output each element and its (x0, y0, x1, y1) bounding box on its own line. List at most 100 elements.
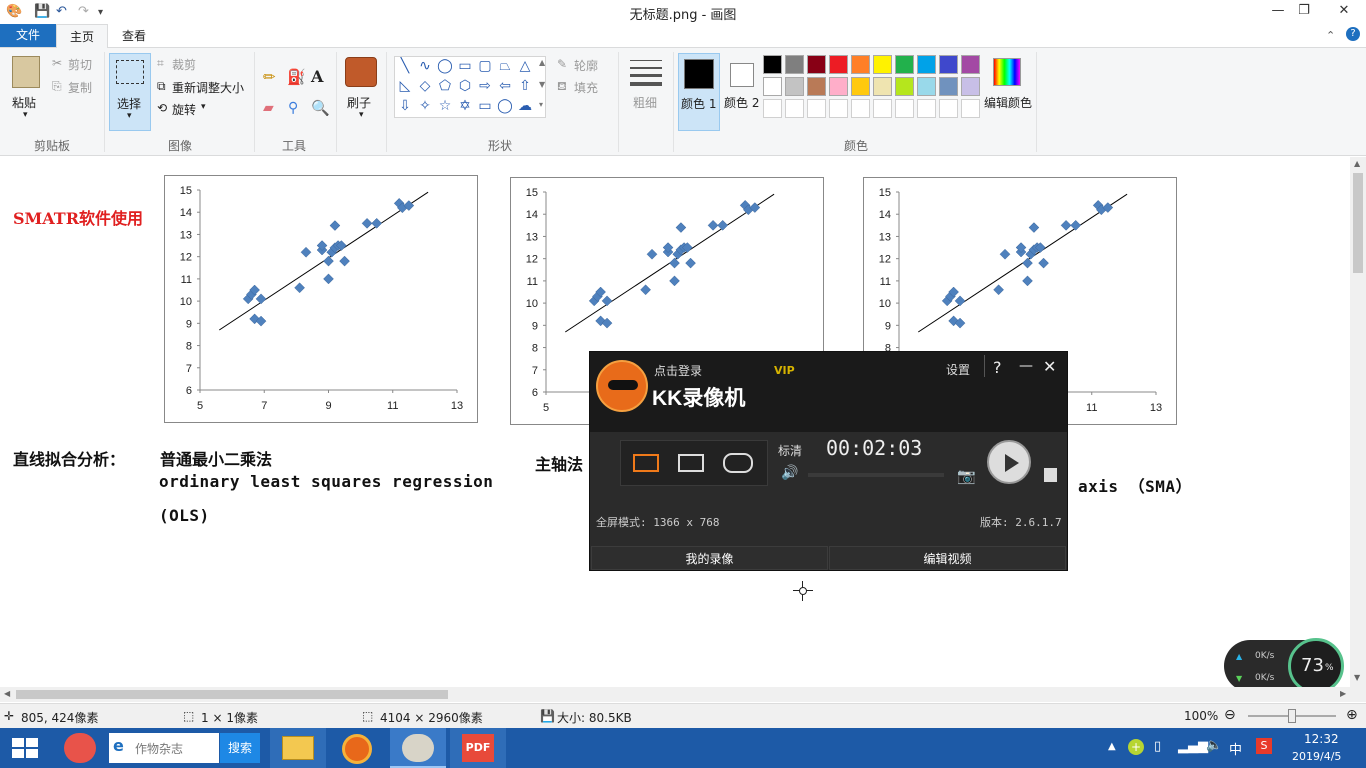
palette-color-swatch[interactable] (961, 55, 980, 74)
palette-color-swatch[interactable] (763, 77, 782, 96)
custom-color-slot[interactable] (807, 99, 826, 118)
vertical-scrollbar[interactable]: ▲ ▼ (1350, 157, 1366, 687)
vertical-scroll-thumb[interactable] (1353, 173, 1363, 273)
search-button[interactable]: 搜索 (220, 733, 260, 763)
shapes-scroll-up-icon[interactable]: ▲ (539, 58, 545, 67)
game-mode-icon[interactable] (723, 453, 753, 473)
rotate-button[interactable]: 旋转 (172, 101, 196, 118)
rotate-dropdown-icon[interactable]: ▾ (201, 102, 206, 112)
magnifier-icon[interactable]: 🔍 (311, 99, 330, 117)
region-mode-icon[interactable] (678, 454, 704, 472)
scroll-up-icon[interactable]: ▲ (1354, 159, 1360, 168)
pentagon-shape-icon[interactable]: ⬠ (437, 79, 453, 93)
kk-my-videos-button[interactable]: 我的录像 (591, 546, 828, 570)
right-triangle-shape-icon[interactable]: ◺ (397, 79, 413, 93)
up-arrow-shape-icon[interactable]: ⇧ (517, 79, 533, 93)
kk-record-play-button[interactable] (987, 440, 1031, 484)
volume-icon[interactable]: 🔈 (1206, 738, 1222, 753)
crop-button[interactable]: 裁剪 (172, 56, 196, 73)
palette-color-swatch[interactable] (829, 55, 848, 74)
kk-settings-button[interactable]: 设置 (946, 361, 970, 378)
line-shape-icon[interactable]: ╲ (397, 59, 413, 73)
kk-stop-button[interactable] (1044, 468, 1057, 482)
outline-button[interactable]: 轮廓 (574, 57, 598, 74)
palette-color-swatch[interactable] (873, 55, 892, 74)
kk-login-link[interactable]: 点击登录 (654, 362, 702, 379)
kk-volume-slider[interactable] (808, 473, 944, 477)
text-tool-icon[interactable]: A (311, 67, 323, 86)
polygon-shape-icon[interactable]: ⏢ (497, 59, 513, 73)
zoom-out-icon[interactable]: ⊖ (1224, 707, 1236, 723)
rect-callout-shape-icon[interactable]: ▭ (477, 99, 493, 113)
diamond-shape-icon[interactable]: ◇ (417, 79, 433, 93)
clock-date[interactable]: 2019/4/5 (1292, 750, 1341, 763)
palette-color-swatch[interactable] (807, 55, 826, 74)
palette-color-swatch[interactable] (939, 77, 958, 96)
search-box[interactable]: e 作物杂志 (109, 733, 219, 763)
rounded-rectangle-shape-icon[interactable]: ▢ (477, 59, 493, 73)
select-button[interactable]: 选择 ▾ (109, 53, 151, 131)
brushes-button[interactable]: 刷子 (347, 94, 371, 111)
firefox-app[interactable] (330, 728, 386, 768)
paint-app[interactable] (390, 728, 446, 768)
palette-color-swatch[interactable] (785, 55, 804, 74)
start-button-icon[interactable] (12, 738, 38, 758)
down-arrow-shape-icon[interactable]: ⇩ (397, 99, 413, 113)
palette-color-swatch[interactable] (895, 55, 914, 74)
custom-color-slot[interactable] (763, 99, 782, 118)
palette-color-swatch[interactable] (829, 77, 848, 96)
palette-color-swatch[interactable] (917, 55, 936, 74)
zoom-slider-thumb[interactable] (1288, 709, 1296, 723)
shapes-scroll-down-icon[interactable]: ▼ (539, 80, 545, 89)
brushes-dropdown-icon[interactable]: ▾ (359, 110, 364, 120)
fill-bucket-icon[interactable]: ⛽ (287, 68, 306, 86)
palette-color-swatch[interactable] (873, 77, 892, 96)
palette-color-swatch[interactable] (851, 55, 870, 74)
pencil-icon[interactable]: ✏ (263, 68, 276, 86)
palette-color-swatch[interactable] (895, 77, 914, 96)
eraser-icon[interactable]: ▰ (263, 100, 274, 116)
custom-color-slot[interactable] (785, 99, 804, 118)
four-point-star-shape-icon[interactable]: ✧ (417, 99, 433, 113)
kk-vip-badge[interactable]: VIP (774, 364, 795, 377)
copy-button[interactable]: 复制 (68, 79, 92, 96)
kk-help-button[interactable]: ? (993, 358, 1002, 377)
triangle-shape-icon[interactable]: △ (517, 59, 533, 73)
shapes-expand-icon[interactable]: ▾ (539, 100, 543, 109)
resize-button[interactable]: 重新调整大小 (172, 79, 244, 96)
size-icon[interactable] (630, 58, 662, 88)
kk-edit-video-button[interactable]: 编辑视频 (829, 546, 1066, 570)
show-hidden-icons-icon[interactable]: ▲ (1108, 741, 1116, 752)
maximize-button[interactable]: ❐ (1282, 0, 1326, 22)
hexagon-shape-icon[interactable]: ⬡ (457, 79, 473, 93)
six-point-star-shape-icon[interactable]: ✡ (457, 99, 473, 113)
rectangle-shape-icon[interactable]: ▭ (457, 59, 473, 73)
cut-button[interactable]: 剪切 (68, 56, 92, 73)
left-arrow-shape-icon[interactable]: ⇦ (497, 79, 513, 93)
ime-indicator[interactable]: 中 (1229, 739, 1242, 758)
horizontal-scrollbar[interactable]: ◀ ▶ (0, 687, 1366, 702)
edit-colors-button[interactable]: 编辑颜色 (984, 94, 1032, 111)
palette-color-swatch[interactable] (939, 55, 958, 74)
custom-color-slot[interactable] (917, 99, 936, 118)
curve-shape-icon[interactable]: ∿ (417, 59, 433, 73)
horizontal-scroll-thumb[interactable] (16, 690, 448, 699)
color2-button[interactable]: 颜色 2 (724, 53, 762, 131)
scroll-down-icon[interactable]: ▼ (1354, 673, 1360, 682)
custom-color-slot[interactable] (895, 99, 914, 118)
paste-dropdown-icon[interactable]: ▾ (23, 110, 28, 120)
scroll-right-icon[interactable]: ▶ (1340, 689, 1346, 698)
collapse-ribbon-icon[interactable]: ⌃ (1326, 29, 1335, 42)
fullscreen-mode-icon[interactable] (633, 454, 659, 472)
color-picker-icon[interactable]: ⚲ (288, 100, 298, 116)
kk-close-button[interactable]: ✕ (1043, 357, 1056, 376)
file-explorer-app[interactable] (270, 728, 326, 768)
oval-callout-shape-icon[interactable]: ◯ (497, 99, 513, 113)
kk-screenshot-icon[interactable]: 📷 (957, 467, 976, 485)
tab-home[interactable]: 主页 (56, 24, 108, 49)
pdf-app[interactable]: PDF (450, 728, 506, 768)
tray-device-icon[interactable]: ▯ (1154, 739, 1161, 754)
palette-color-swatch[interactable] (807, 77, 826, 96)
360-app-icon[interactable] (64, 733, 96, 763)
size-button[interactable]: 粗细 (633, 94, 657, 111)
